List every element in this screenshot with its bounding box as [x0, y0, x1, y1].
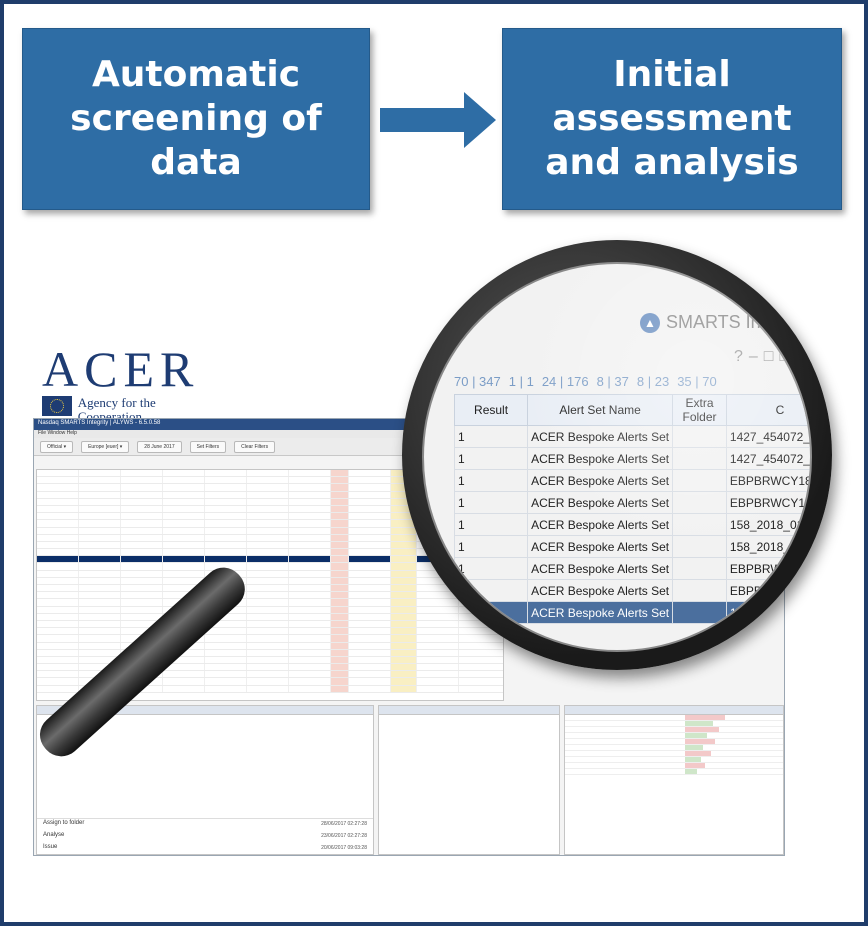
cell-result: 1	[453, 425, 529, 448]
cell-result: 1	[453, 447, 529, 470]
cell-extra-folder	[672, 447, 727, 470]
magnifier-lens: ▲ SMARTS Integ ?–□□ 70 | 347 1 | 1 24 | …	[422, 262, 812, 652]
cell-alert-set-name: ACER Bespoke Alerts Set	[527, 447, 674, 470]
window-controls-icon: ?–□□	[734, 348, 796, 365]
col-alert-set-name: Alert Set Name	[527, 394, 674, 426]
cell-extra-folder	[672, 535, 727, 558]
col-result: Result	[453, 394, 529, 426]
cell-alert-set-name: ACER Bespoke Alerts Set	[527, 557, 674, 580]
cell-code: 1427_454072_FW	[725, 447, 810, 470]
smarts-brand: ▲ SMARTS Integ	[640, 312, 786, 333]
cell-alert-set-name: ACER Bespoke Alerts Set	[527, 469, 674, 492]
activity-analyse-date: 23/06/2017 02:27:28	[321, 833, 367, 839]
col-c: C	[725, 394, 810, 426]
grid-row	[37, 656, 503, 665]
step-1-label: Automatic screening of data	[70, 54, 322, 183]
cell-code: EBPBRWCY18P	[725, 557, 810, 580]
cell-code: 158_2017	[725, 601, 810, 624]
flow-arrow-icon	[380, 92, 496, 148]
stat-5: 8 | 23	[636, 374, 670, 389]
alert-set-table: Result Alert Set Name Extra Folder C 1 AC…	[453, 394, 810, 624]
alert-set-row: 1 ACER Bespoke Alerts Set EBPBRWCY18P	[453, 579, 810, 602]
smarts-brand-text: SMARTS Integ	[666, 312, 786, 332]
cell-alert-set-name: ACER Bespoke Alerts Set	[527, 513, 674, 536]
alert-set-row: 1 ACER Bespoke Alerts Set EBPBRWCY18P	[453, 469, 810, 492]
cell-extra-folder	[672, 491, 727, 514]
alert-set-row: ACER Bespoke Alerts Set 158_2017	[453, 601, 810, 624]
stat-4: 8 | 37	[596, 374, 629, 389]
activity-analyse: Analyse	[43, 832, 65, 838]
eu-flag-icon	[42, 396, 72, 416]
alert-set-row: 1 ACER Bespoke Alerts Set EBPBRWCY18P	[453, 557, 810, 580]
cell-code: EBPBRWCY18P	[725, 579, 810, 602]
cell-code: EBPBRWCY18P	[725, 491, 810, 514]
filter-date: 28 June 2017	[137, 440, 182, 453]
cell-extra-folder	[672, 601, 727, 624]
comment-panel	[378, 705, 560, 855]
cell-extra-folder	[672, 469, 727, 492]
col-extra-folder: Extra Folder	[672, 394, 727, 426]
alert-set-row: 1 ACER Bespoke Alerts Set EBPBRWCY18P	[453, 491, 810, 514]
filter-region: Europe [euer] ▾	[81, 440, 130, 453]
filter-official: Official ▾	[40, 440, 74, 453]
cell-code: 1427_454072_FW	[725, 425, 810, 448]
alert-set-row: 1ACER Bespoke Alerts Set 158_2018_01_01_	[453, 513, 810, 536]
cell-extra-folder	[672, 425, 727, 448]
alert-set-row: 1ACER Bespoke Alerts Set 1427_454072_FW	[453, 447, 810, 470]
alert-summary-panel	[564, 705, 784, 855]
step-2-label: Initial assessment and analysis	[545, 54, 799, 183]
cell-alert-set-name: ACER Bespoke Alerts Set	[527, 535, 674, 558]
activity-assign-date: 28/06/2017 02:27:28	[321, 821, 367, 827]
stat-3: 24 | 176	[541, 374, 589, 389]
stat-1: 70 | 347	[454, 374, 501, 389]
cell-code: 158_2018_01_01_	[725, 535, 810, 558]
stat-2: 1 | 1	[508, 374, 534, 389]
set-filters: Set Filters	[189, 440, 227, 453]
cell-result: 1	[453, 491, 529, 514]
cell-alert-set-name: ACER Bespoke Alerts Set	[527, 601, 674, 624]
acer-wordmark: ACER	[42, 341, 200, 397]
activity-issue: Issue	[43, 844, 58, 850]
activity-assign: Assign to folder	[43, 820, 85, 826]
clear-filters: Clear Filters	[234, 440, 276, 453]
cell-result: 1	[453, 513, 529, 536]
alert-set-row: 1ACER Bespoke Alerts Set 158_2018_01_01_	[453, 535, 810, 558]
activity-issue-date: 20/06/2017 09:03:28	[321, 845, 367, 851]
step-automatic-screening: Automatic screening of data	[22, 28, 370, 210]
grid-row	[37, 649, 503, 657]
stat-6: 35 | 70	[677, 374, 717, 389]
cell-extra-folder	[672, 579, 727, 602]
cell-code: EBPBRWCY18P	[725, 469, 810, 492]
cell-extra-folder	[672, 513, 727, 536]
smarts-logo-icon: ▲	[640, 312, 660, 333]
cell-alert-set-name: ACER Bespoke Alerts Set	[527, 491, 674, 514]
cell-code: 158_2018_01_01_	[725, 513, 810, 536]
cell-extra-folder	[672, 557, 727, 580]
cell-result: 1	[453, 557, 529, 580]
cell-result: 1	[453, 535, 529, 558]
cell-result: 1	[453, 469, 529, 492]
alert-stats-bar: 70 | 347 1 | 1 24 | 176 8 | 37 8 | 23 35…	[454, 374, 717, 389]
alert-set-row: 1ACER Bespoke Alerts Set 1427_454072_FW	[453, 425, 810, 448]
cell-alert-set-name: ACER Bespoke Alerts Set	[527, 425, 674, 448]
cell-alert-set-name: ACER Bespoke Alerts Set	[527, 579, 674, 602]
cell-result	[453, 601, 529, 624]
cell-result: 1	[453, 579, 529, 602]
summary-row	[565, 769, 783, 775]
step-initial-assessment: Initial assessment and analysis	[502, 28, 842, 210]
